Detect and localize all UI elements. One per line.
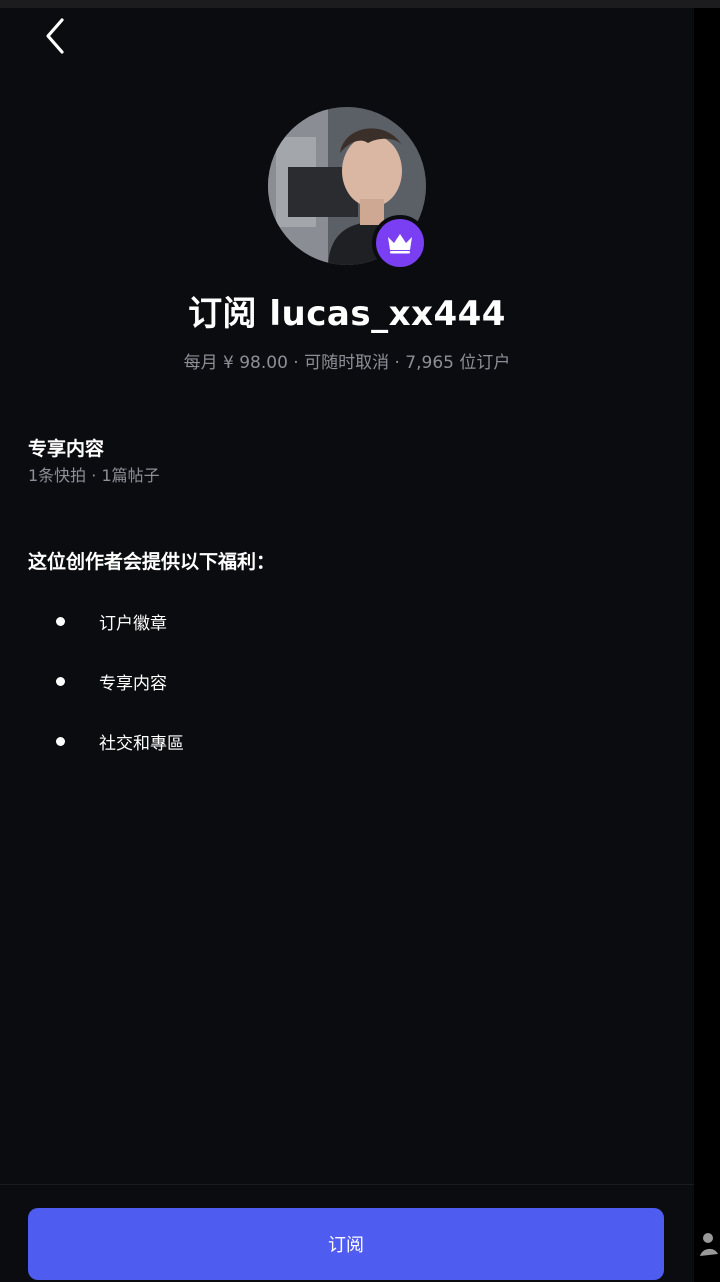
benefit-label: 专享内容 bbox=[99, 673, 167, 694]
crown-badge bbox=[372, 215, 428, 271]
benefit-label: 社交和專區 bbox=[99, 733, 184, 754]
benefit-item: 社交和專區 bbox=[56, 728, 184, 754]
exclusive-content-heading: 专享内容 bbox=[28, 438, 105, 460]
exclusive-content-summary: 1条快拍 · 1篇帖子 bbox=[28, 466, 160, 485]
crown-icon bbox=[388, 234, 412, 254]
bullet-icon bbox=[56, 616, 65, 626]
screen-edge bbox=[694, 8, 720, 1282]
status-bar-strip bbox=[0, 0, 720, 8]
page-title: 订阅 lucas_xx444 bbox=[188, 294, 506, 334]
footer-divider bbox=[0, 1184, 694, 1185]
benefit-item: 专享内容 bbox=[56, 668, 167, 694]
subscribe-button[interactable]: 订阅 bbox=[28, 1208, 664, 1280]
benefit-item: 订户徽章 bbox=[56, 608, 167, 634]
chevron-left-icon bbox=[46, 18, 64, 54]
back-button[interactable] bbox=[30, 12, 80, 60]
avatar-container[interactable] bbox=[268, 107, 428, 271]
subscription-meta: 每月 ¥ 98.00 · 可随时取消 · 7,965 位订户 bbox=[183, 353, 511, 373]
watermark-icon bbox=[700, 1233, 718, 1256]
bullet-icon bbox=[56, 676, 65, 686]
benefit-label: 订户徽章 bbox=[99, 613, 167, 634]
bullet-icon bbox=[56, 736, 65, 746]
benefits-heading: 这位创作者会提供以下福利： bbox=[28, 551, 276, 573]
